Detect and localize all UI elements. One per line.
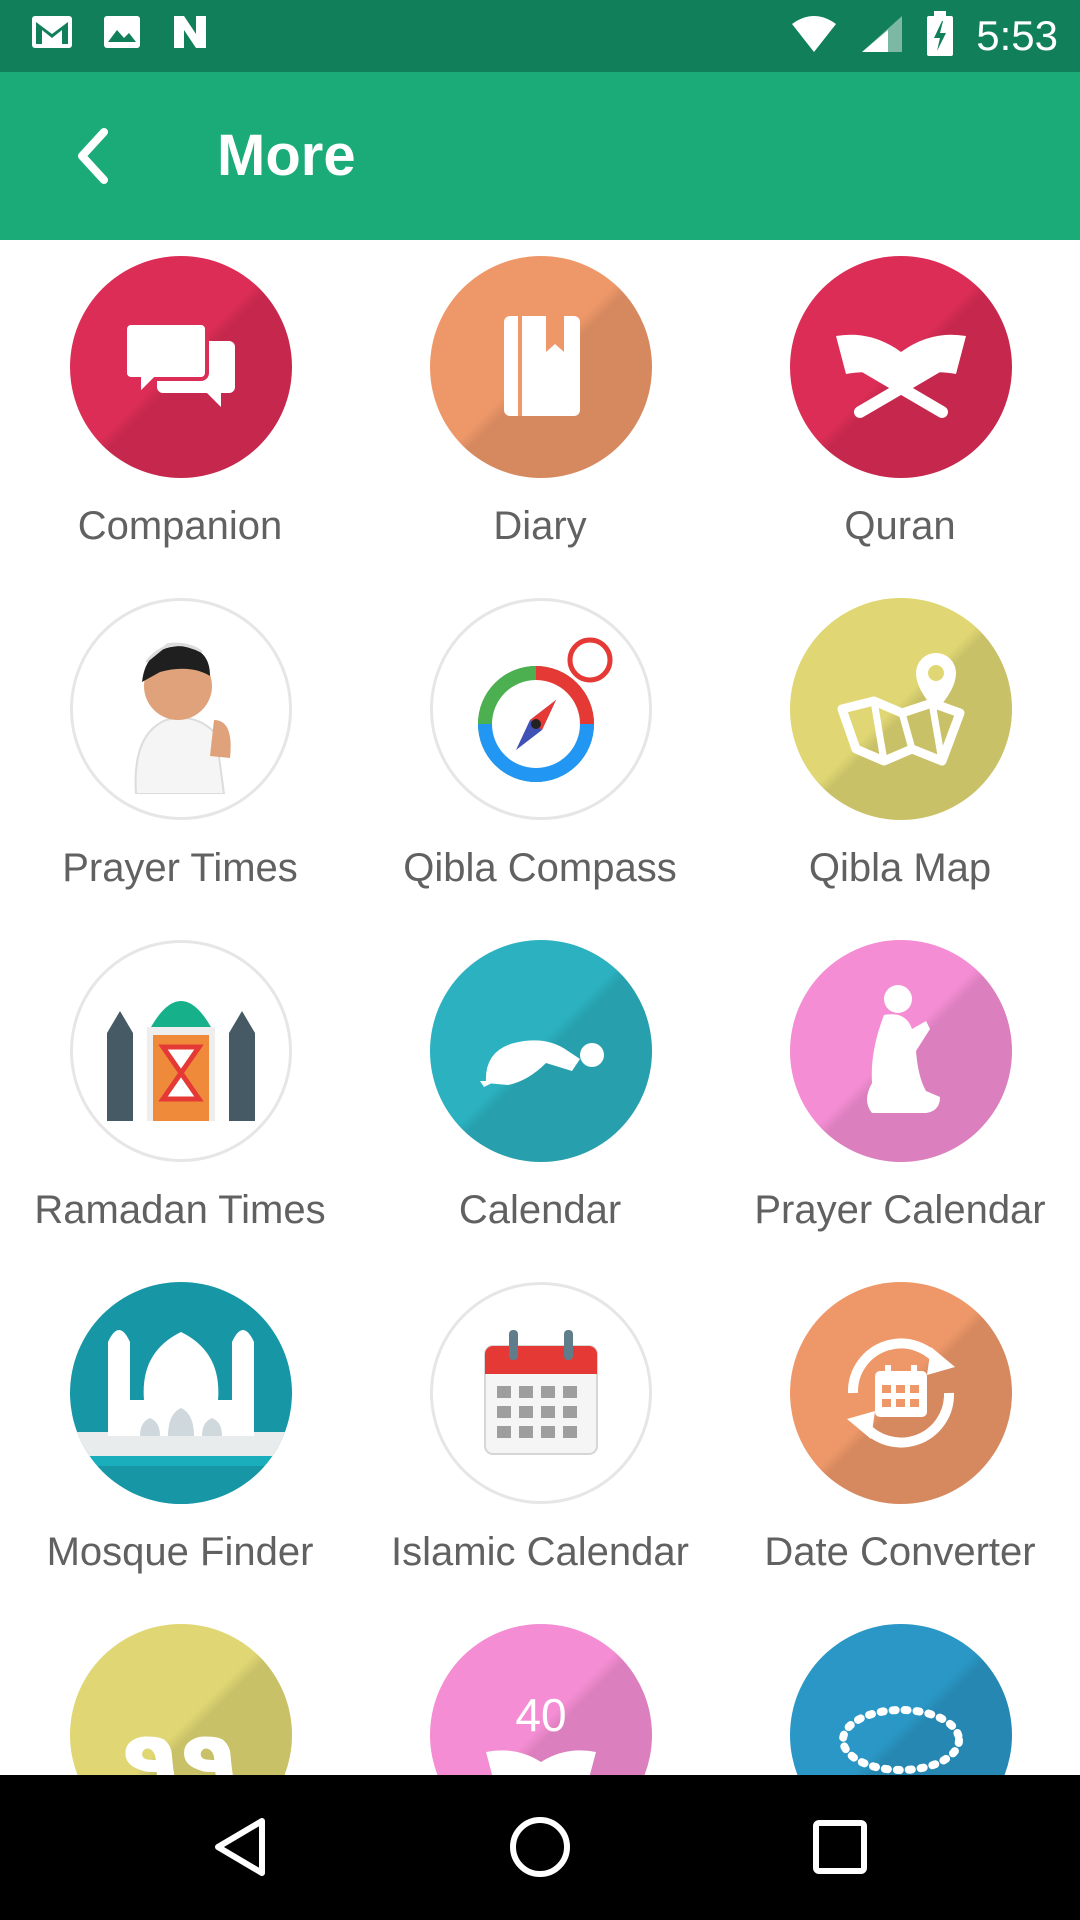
tile-islamic-calendar[interactable]: Islamic Calendar xyxy=(360,1266,720,1608)
quran-40-icon: 40 xyxy=(430,1624,652,1775)
app-bar: More xyxy=(0,72,1080,240)
notification-icons xyxy=(30,14,210,55)
recents-square-icon xyxy=(813,1820,867,1874)
tile-label: Quran xyxy=(844,504,956,548)
tile-qibla-map[interactable]: Qibla Map xyxy=(720,582,1080,924)
prostrating-figure-icon xyxy=(430,940,652,1162)
mosque-hourglass-icon xyxy=(70,940,292,1162)
chevron-left-icon xyxy=(78,128,108,184)
n-icon xyxy=(170,14,210,55)
navigation-bar xyxy=(0,1775,1080,1920)
tile-qibla-compass[interactable]: Qibla Compass xyxy=(360,582,720,924)
kneeling-prayer-icon xyxy=(790,940,1012,1162)
tile-prayer-times[interactable]: Prayer Times xyxy=(0,582,360,924)
tile-prayer-calendar[interactable]: Prayer Calendar xyxy=(720,924,1080,1266)
home-circle-icon xyxy=(510,1817,570,1877)
tile-label: Prayer Times xyxy=(62,846,298,890)
status-bar: 5:53 xyxy=(0,0,1080,72)
wifi-icon xyxy=(790,14,838,59)
tile-label: Mosque Finder xyxy=(46,1530,314,1574)
back-triangle-icon xyxy=(215,1818,265,1876)
battery-charging-icon xyxy=(926,10,954,62)
icon-text: ٩٩ xyxy=(122,1709,240,1775)
tile-label: Qibla Map xyxy=(808,846,992,890)
icon-text: 40 xyxy=(515,1689,567,1741)
tile-label: Qibla Compass xyxy=(403,846,677,890)
chat-bubbles-icon xyxy=(70,256,292,478)
tile-label: Date Converter xyxy=(764,1530,1036,1574)
tile-companion[interactable]: Companion xyxy=(0,240,360,582)
mosque-silhouette-icon xyxy=(70,1282,292,1504)
compass-icon xyxy=(430,598,652,820)
tile-label: Islamic Calendar xyxy=(391,1530,689,1574)
prayer-beads-icon xyxy=(790,1624,1012,1775)
clock: 5:53 xyxy=(976,12,1058,59)
tile-ramadan-times[interactable]: Ramadan Times xyxy=(0,924,360,1266)
tile-99-names[interactable]: ٩٩ xyxy=(0,1608,360,1775)
praying-boy-icon xyxy=(70,598,292,820)
tile-label: Companion xyxy=(77,504,283,548)
feature-grid: Companion Diary Quran Prayer Times Qibla… xyxy=(0,240,1080,1775)
tile-mosque-finder[interactable]: Mosque Finder xyxy=(0,1266,360,1608)
tile-calendar[interactable]: Calendar xyxy=(360,924,720,1266)
book-bookmark-icon xyxy=(430,256,652,478)
tile-quran[interactable]: Quran xyxy=(720,240,1080,582)
tile-40-hadith[interactable]: 40 xyxy=(360,1608,720,1775)
gmail-icon xyxy=(30,14,74,55)
tile-label: Diary xyxy=(493,504,587,548)
tile-label: Ramadan Times xyxy=(34,1188,326,1232)
back-button[interactable] xyxy=(52,116,132,196)
tile-diary[interactable]: Diary xyxy=(360,240,720,582)
nav-back-button[interactable] xyxy=(200,1807,280,1887)
system-icons: 5:53 xyxy=(790,10,1058,62)
calendar-icon xyxy=(430,1282,652,1504)
tile-tasbih[interactable] xyxy=(720,1608,1080,1775)
tile-label: Prayer Calendar xyxy=(754,1188,1046,1232)
image-icon xyxy=(102,14,142,55)
open-quran-icon xyxy=(790,256,1012,478)
calendar-sync-icon xyxy=(790,1282,1012,1504)
arabic-99-icon: ٩٩ xyxy=(70,1624,292,1775)
tile-label: Calendar xyxy=(458,1188,622,1232)
nav-home-button[interactable] xyxy=(500,1807,580,1887)
page-title: More xyxy=(217,123,356,188)
nav-recents-button[interactable] xyxy=(800,1807,880,1887)
signal-icon xyxy=(860,14,904,59)
tile-date-converter[interactable]: Date Converter xyxy=(720,1266,1080,1608)
map-pin-icon xyxy=(790,598,1012,820)
